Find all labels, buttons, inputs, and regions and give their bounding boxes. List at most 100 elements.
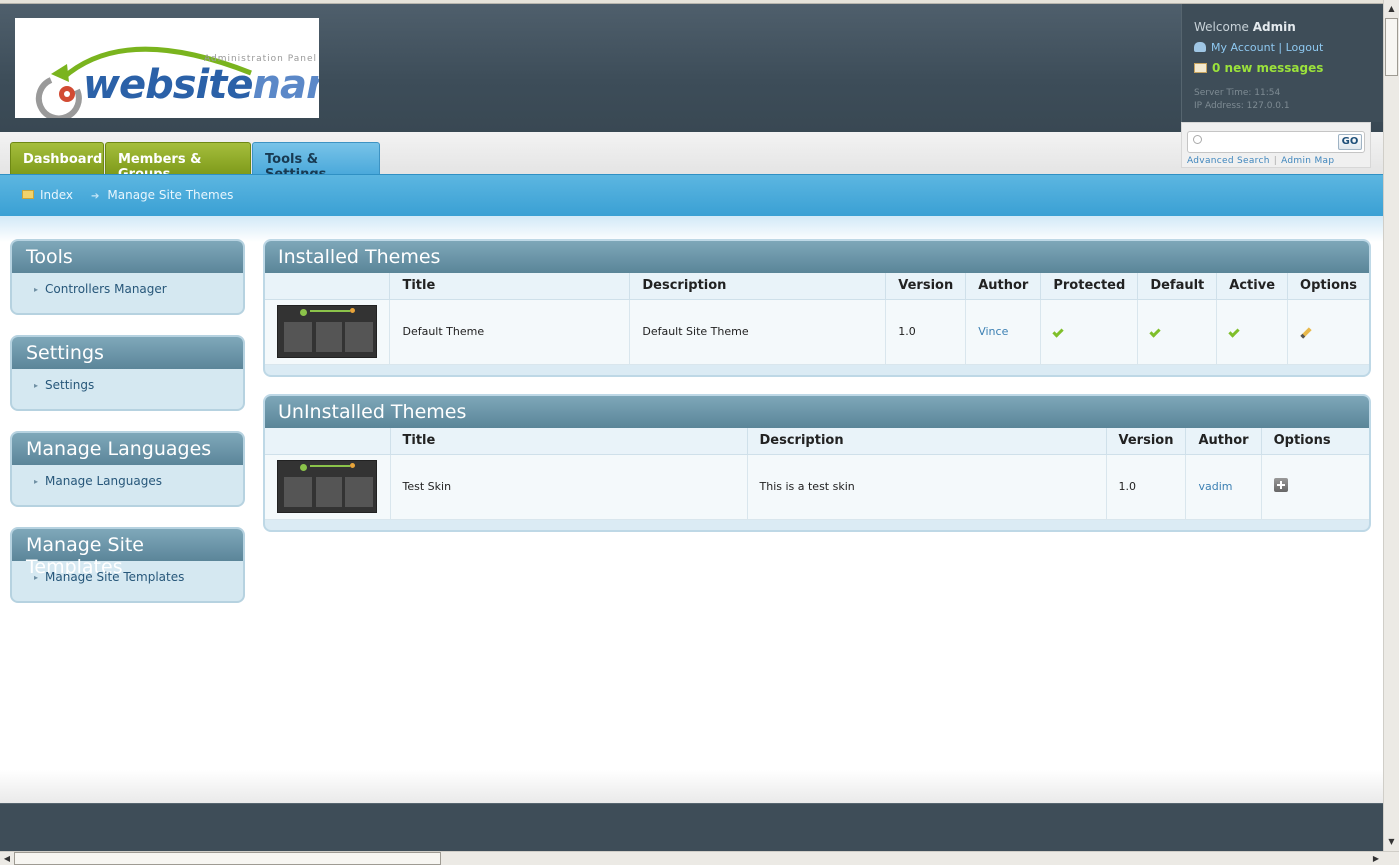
sidebar-box-title: Manage Languages: [12, 433, 243, 465]
column-header: Author: [965, 273, 1042, 300]
column-header: Active: [1216, 273, 1289, 300]
tab-members-groups[interactable]: Members & Groups: [105, 142, 251, 182]
theme-title: Test Skin: [390, 454, 748, 520]
options-cell: [1287, 299, 1369, 365]
installed-themes-panel: Installed Themes Title Description Versi…: [263, 239, 1371, 377]
panel-title: Installed Themes: [265, 241, 1369, 273]
user-box: Welcome Admin My Account | Logout 0 new …: [1181, 4, 1383, 122]
sidebar-box-tools: Tools ▸ Controllers Manager: [10, 239, 245, 315]
sidebar-box-languages: Manage Languages ▸ Manage Languages: [10, 431, 245, 507]
my-account-link[interactable]: My Account: [1211, 41, 1275, 54]
protected-cell: [1040, 299, 1139, 365]
column-header: Protected: [1040, 273, 1139, 300]
sidebar-box-title: Tools: [12, 241, 243, 273]
scroll-right-arrow-icon[interactable]: ▶: [1370, 852, 1382, 865]
installed-themes-table: Title Description Version Author Protect…: [265, 273, 1369, 365]
server-time: Server Time: 11:54: [1194, 88, 1281, 98]
footer-fade: [0, 770, 1383, 803]
logo-wordmark: websitename: [83, 62, 319, 108]
horizontal-scrollbar[interactable]: ◀ ▶: [0, 851, 1399, 865]
sidebar-item-manage-languages[interactable]: ▸ Manage Languages: [12, 465, 243, 505]
site-logo[interactable]: Administration Panel websitename: [15, 18, 319, 118]
column-header: Default: [1137, 273, 1218, 300]
theme-version: 1.0: [1106, 454, 1187, 520]
sidebar-box-templates: Manage Site Templates ▸ Manage Site Templ…: [10, 527, 245, 603]
bullet-arrow-icon: ▸: [34, 477, 39, 486]
search-icon: [1193, 135, 1202, 144]
vertical-scroll-thumb[interactable]: [1385, 18, 1398, 76]
folder-icon: [22, 190, 34, 199]
breadcrumb-current: ➔ Manage Site Themes: [91, 188, 233, 202]
logout-link[interactable]: Logout: [1286, 41, 1324, 54]
bullet-arrow-icon: ▸: [34, 573, 39, 582]
table-row: Default Theme Default Site Theme 1.0 Vin…: [265, 299, 1369, 365]
search-input[interactable]: [1206, 134, 1336, 150]
theme-thumbnail-cell: [265, 454, 391, 520]
admin-map-link[interactable]: Admin Map: [1281, 156, 1334, 166]
welcome-text: Welcome Admin: [1194, 20, 1296, 34]
column-header: Description: [629, 273, 887, 300]
theme-version: 1.0: [885, 299, 967, 365]
column-header: [265, 428, 391, 455]
column-header: Title: [390, 428, 748, 455]
search-field: GO: [1187, 131, 1365, 153]
user-name: Admin: [1252, 20, 1296, 34]
install-plus-icon[interactable]: [1273, 478, 1288, 492]
sidebar-box-title: Settings: [12, 337, 243, 369]
breadcrumb: Index ➔ Manage Site Themes: [0, 174, 1383, 216]
edit-pencil-icon[interactable]: [1300, 327, 1312, 339]
sidebar-item-controllers-manager[interactable]: ▸ Controllers Manager: [12, 273, 243, 313]
header: Administration Panel websitename: [0, 4, 1383, 132]
scroll-up-arrow-icon[interactable]: ▲: [1385, 2, 1398, 16]
theme-title: Default Theme: [389, 299, 631, 365]
server-info: Server Time: 11:54 IP Address: 127.0.0.1: [1194, 87, 1290, 113]
table-header-row: Title Description Version Author Options: [265, 428, 1369, 455]
tab-dashboard[interactable]: Dashboard: [10, 142, 104, 174]
breadcrumb-index[interactable]: Index: [22, 188, 73, 202]
theme-thumbnail[interactable]: [277, 460, 378, 513]
logo-word1: website: [83, 62, 253, 108]
active-cell: [1216, 299, 1289, 365]
uninstalled-themes-panel: UnInstalled Themes Title Description Ver…: [263, 394, 1371, 532]
column-header: Version: [885, 273, 967, 300]
sidebar-item-label: Manage Languages: [45, 474, 162, 488]
sidebar-item-label: Manage Site Templates: [45, 570, 185, 584]
vertical-scrollbar[interactable]: ▲ ▼: [1383, 0, 1399, 851]
column-header: [265, 273, 391, 300]
default-cell: [1137, 299, 1218, 365]
messages-text: 0 new messages: [1212, 61, 1324, 75]
arrow-right-icon: ➔: [91, 191, 100, 202]
messages-link[interactable]: 0 new messages: [1194, 61, 1323, 75]
search-box: GO Advanced Search | Admin Map: [1181, 122, 1371, 168]
scroll-left-arrow-icon[interactable]: ◀: [1, 852, 13, 865]
sidebar-item-label: Controllers Manager: [45, 282, 167, 296]
column-header: Author: [1185, 428, 1262, 455]
theme-author-link[interactable]: Vince: [965, 299, 1042, 365]
tab-tools-settings[interactable]: Tools & Settings: [252, 142, 380, 182]
check-icon[interactable]: [1228, 326, 1240, 338]
scroll-down-arrow-icon[interactable]: ▼: [1385, 835, 1398, 849]
options-cell: [1261, 454, 1369, 520]
check-icon[interactable]: [1149, 326, 1161, 338]
check-icon[interactable]: [1052, 326, 1065, 338]
main-tabs: Dashboard Members & Groups Tools & Setti…: [0, 132, 1383, 182]
advanced-search-link[interactable]: Advanced Search: [1187, 156, 1270, 166]
theme-thumbnail[interactable]: [277, 305, 378, 358]
column-header: Version: [1106, 428, 1187, 455]
account-icon: [1194, 42, 1206, 52]
theme-thumbnail-cell: [265, 299, 391, 365]
logo-word2: name: [252, 62, 319, 108]
bullet-arrow-icon: ▸: [34, 381, 39, 390]
theme-description: This is a test skin: [747, 454, 1107, 520]
welcome-label: Welcome: [1194, 20, 1249, 34]
column-header: Description: [747, 428, 1107, 455]
breadcrumb-index-label: Index: [40, 188, 74, 202]
footer: [0, 803, 1383, 851]
theme-author-link[interactable]: vadim: [1185, 454, 1262, 520]
sidebar-item-settings[interactable]: ▸ Settings: [12, 369, 243, 409]
search-go-button[interactable]: GO: [1338, 134, 1362, 150]
account-links: My Account | Logout: [1194, 41, 1323, 54]
uninstalled-themes-table: Title Description Version Author Options…: [265, 428, 1369, 520]
horizontal-scroll-thumb[interactable]: [14, 852, 441, 865]
bullet-arrow-icon: ▸: [34, 285, 39, 294]
